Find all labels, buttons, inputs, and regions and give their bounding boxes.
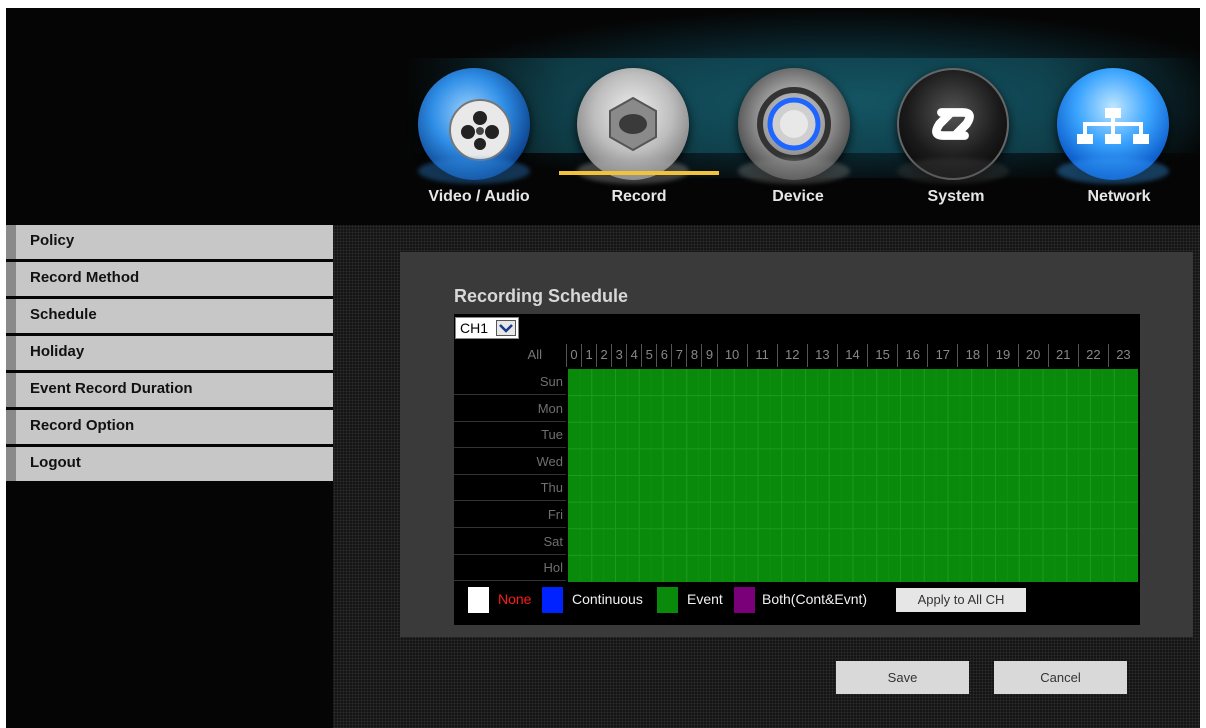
- hour-header-cell[interactable]: 17: [927, 344, 957, 367]
- hour-header-cell[interactable]: 18: [957, 344, 987, 367]
- hour-header-cell[interactable]: 20: [1017, 344, 1048, 367]
- sidebar: Policy Record Method Schedule Holiday Ev…: [6, 225, 333, 484]
- save-button[interactable]: Save: [836, 661, 969, 694]
- day-label[interactable]: Tue: [454, 422, 566, 449]
- hour-header-cell[interactable]: 0: [566, 344, 581, 367]
- sidebar-item-record-method[interactable]: Record Method: [6, 262, 333, 296]
- day-label[interactable]: Sat: [454, 529, 566, 555]
- legend-event-label: Event: [687, 591, 723, 607]
- hour-header-cell[interactable]: 10: [716, 344, 747, 367]
- day-label[interactable]: Mon: [454, 396, 566, 422]
- schedule-table: CH1 All 0 1 2 3 4 5 6 7 8 9 10 11 12 13 14 15 16 17 18 19 20…: [454, 314, 1140, 625]
- hour-header-cell[interactable]: 3: [611, 344, 626, 367]
- hour-header-cell[interactable]: 12: [776, 344, 807, 367]
- legend-both-label: Both(Cont&Evnt): [762, 591, 868, 607]
- schedule-panel: Recording Schedule CH1 All 0 1 2 3 4 5 6 7 8 9 10 1…: [400, 252, 1193, 637]
- hour-header-cell[interactable]: 1: [581, 344, 596, 367]
- tab-system[interactable]: System: [881, 188, 1031, 206]
- channel-select-value: CH1: [460, 320, 489, 336]
- hour-header-cell[interactable]: 4: [626, 344, 641, 367]
- hour-header-cell[interactable]: 22: [1077, 344, 1108, 367]
- panel-title: Recording Schedule: [454, 286, 629, 306]
- tab-network[interactable]: Network: [1044, 188, 1194, 206]
- hour-header-cell[interactable]: 21: [1047, 344, 1078, 367]
- hour-header-cell[interactable]: 5: [641, 344, 656, 367]
- active-tab-indicator: [559, 171, 719, 175]
- cancel-button[interactable]: Cancel: [994, 661, 1127, 694]
- hour-header-cell[interactable]: 16: [897, 344, 927, 367]
- schedule-grid[interactable]: [568, 369, 1138, 582]
- hour-header-cell[interactable]: 15: [867, 344, 897, 367]
- nav-reflection: [738, 158, 850, 184]
- sidebar-item-policy[interactable]: Policy: [6, 225, 333, 259]
- hour-header-cell[interactable]: 9: [701, 344, 716, 367]
- day-label[interactable]: Thu: [454, 475, 566, 502]
- nav-reflection: [418, 158, 530, 184]
- sidebar-item-holiday[interactable]: Holiday: [6, 336, 333, 370]
- sidebar-item-event-record-duration[interactable]: Event Record Duration: [6, 373, 333, 407]
- nav-reflection: [897, 158, 1009, 184]
- chevron-down-icon[interactable]: [496, 320, 516, 336]
- hour-header-cell[interactable]: 2: [596, 344, 611, 367]
- day-label[interactable]: Sun: [454, 369, 566, 395]
- tab-record[interactable]: Record: [564, 188, 714, 206]
- hour-header-cell[interactable]: 19: [987, 344, 1017, 367]
- swatch-event[interactable]: [657, 587, 678, 613]
- apply-to-all-button[interactable]: Apply to All CH: [896, 588, 1026, 612]
- hour-header-cell[interactable]: 23: [1107, 344, 1138, 367]
- day-label[interactable]: Wed: [454, 449, 566, 475]
- legend-none-label: None: [498, 591, 532, 607]
- legend-bar: None Continuous Event Both(Cont&Evnt) Ap…: [454, 585, 1140, 615]
- sidebar-item-schedule[interactable]: Schedule: [6, 299, 333, 333]
- hour-header-cell[interactable]: 6: [656, 344, 671, 367]
- swatch-both[interactable]: [734, 587, 755, 613]
- hour-header: All 0 1 2 3 4 5 6 7 8 9 10 11 12 13 14 15 16 17 18 19 20 21 22…: [454, 344, 1140, 367]
- hour-header-cell[interactable]: 13: [806, 344, 837, 367]
- day-label[interactable]: Fri: [454, 502, 566, 528]
- nav-reflection: [1057, 158, 1169, 184]
- select-all-cell[interactable]: All: [454, 344, 566, 367]
- sidebar-item-logout[interactable]: Logout: [6, 447, 333, 481]
- sidebar-item-record-option[interactable]: Record Option: [6, 410, 333, 444]
- hour-header-cell[interactable]: 8: [686, 344, 701, 367]
- app-window: Video / Audio Record Device System Netwo…: [6, 8, 1200, 728]
- day-label[interactable]: Hol: [454, 555, 566, 582]
- hour-header-cell[interactable]: 14: [836, 344, 867, 367]
- hour-header-cell[interactable]: 7: [671, 344, 686, 367]
- swatch-none[interactable]: [468, 587, 489, 613]
- swatch-continuous[interactable]: [542, 587, 563, 613]
- tab-video-audio[interactable]: Video / Audio: [404, 188, 554, 206]
- legend-continuous-label: Continuous: [572, 591, 643, 607]
- hour-header-cell[interactable]: 11: [746, 344, 777, 367]
- channel-select[interactable]: CH1: [455, 317, 519, 339]
- tab-device[interactable]: Device: [723, 188, 873, 206]
